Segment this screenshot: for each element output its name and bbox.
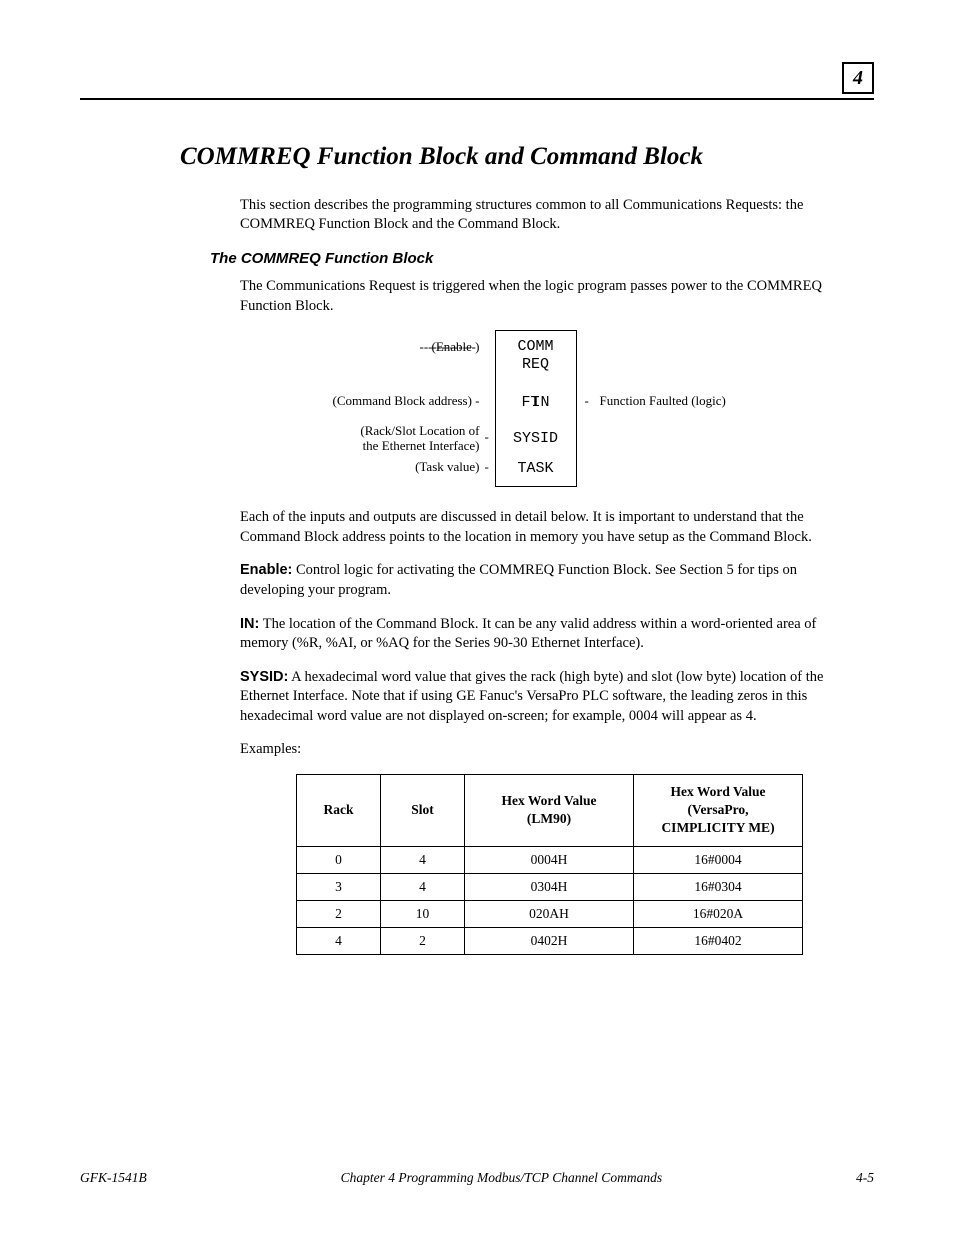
cell-rack: 2 <box>297 900 381 927</box>
sub-intro-paragraph: The Communications Request is triggered … <box>240 277 859 316</box>
cell-slot: 4 <box>381 873 465 900</box>
diag-ft-label: Function Faulted (logic) <box>600 392 726 410</box>
cell-slot: 2 <box>381 928 465 955</box>
cell-slot: 10 <box>381 900 465 927</box>
examples-label: Examples: <box>240 740 859 760</box>
box-task: TASK <box>496 459 576 479</box>
cell-lm90: 0402H <box>465 928 634 955</box>
cell-rack: 3 <box>297 873 381 900</box>
th-rack: Rack <box>297 774 381 846</box>
cell-lm90: 0004H <box>465 846 634 873</box>
after-diagram-paragraph: Each of the inputs and outputs are discu… <box>240 508 859 547</box>
table-row: 0 4 0004H 16#0004 <box>297 846 803 873</box>
cell-vp: 16#0004 <box>634 846 803 873</box>
table-row: 2 10 020AH 16#020A <box>297 900 803 927</box>
diag-cmdblock-label: (Command Block address) - <box>333 392 480 410</box>
cell-slot: 4 <box>381 846 465 873</box>
cell-rack: 0 <box>297 846 381 873</box>
function-block-diagram: (Enable ) ------------- (Command Block a… <box>320 330 780 490</box>
th-vp: Hex Word Value (VersaPro, CIMPLICITY ME) <box>634 774 803 846</box>
sysid-text: A hexadecimal word value that gives the … <box>240 669 823 724</box>
box-req: REQ <box>496 355 576 375</box>
sysid-paragraph: SYSID: A hexadecimal word value that giv… <box>240 668 859 727</box>
footer-right: 4-5 <box>856 1169 874 1187</box>
page-footer: GFK-1541B Chapter 4 Programming Modbus/T… <box>80 1169 874 1187</box>
subsection-heading: The COMMREQ Function Block <box>210 249 874 269</box>
examples-table: Rack Slot Hex Word Value (LM90) Hex Word… <box>296 774 803 956</box>
diag-enable-dash: ------------- <box>420 338 476 356</box>
box-sysid: SYSID <box>496 429 576 449</box>
th-slot: Slot <box>381 774 465 846</box>
box-ft: FT <box>491 393 571 413</box>
diag-rackslot-dash: - <box>485 428 489 446</box>
sysid-label: SYSID: <box>240 669 288 685</box>
in-paragraph: IN: The location of the Command Block. I… <box>240 615 859 654</box>
enable-text: Control logic for activating the COMMREQ… <box>240 562 797 598</box>
footer-mid: Chapter 4 Programming Modbus/TCP Channel… <box>341 1169 662 1187</box>
cell-vp: 16#0304 <box>634 873 803 900</box>
cell-vp: 16#020A <box>634 900 803 927</box>
intro-paragraph: This section describes the programming s… <box>240 196 859 235</box>
diag-task-label: (Task value) <box>415 458 479 476</box>
in-label: IN: <box>240 616 259 632</box>
cell-lm90: 0304H <box>465 873 634 900</box>
th-lm90: Hex Word Value (LM90) <box>465 774 634 846</box>
diag-task-dash: - <box>485 458 489 476</box>
enable-label: Enable: <box>240 562 292 578</box>
section-title: COMMREQ Function Block and Command Block <box>180 140 874 174</box>
cell-rack: 4 <box>297 928 381 955</box>
horizontal-rule <box>80 98 874 100</box>
table-header-row: Rack Slot Hex Word Value (LM90) Hex Word… <box>297 774 803 846</box>
chapter-badge: 4 <box>842 62 874 94</box>
table-row: 3 4 0304H 16#0304 <box>297 873 803 900</box>
table-row: 4 2 0402H 16#0402 <box>297 928 803 955</box>
enable-paragraph: Enable: Control logic for activating the… <box>240 561 859 600</box>
diag-ft-dash: - <box>585 392 589 410</box>
cell-vp: 16#0402 <box>634 928 803 955</box>
diag-rackslot-label-2: the Ethernet Interface) <box>363 437 480 455</box>
in-text: The location of the Command Block. It ca… <box>240 616 816 652</box>
footer-left: GFK-1541B <box>80 1169 147 1187</box>
function-block-box: COMM REQ IN FT SYSID TASK <box>495 330 577 487</box>
cell-lm90: 020AH <box>465 900 634 927</box>
